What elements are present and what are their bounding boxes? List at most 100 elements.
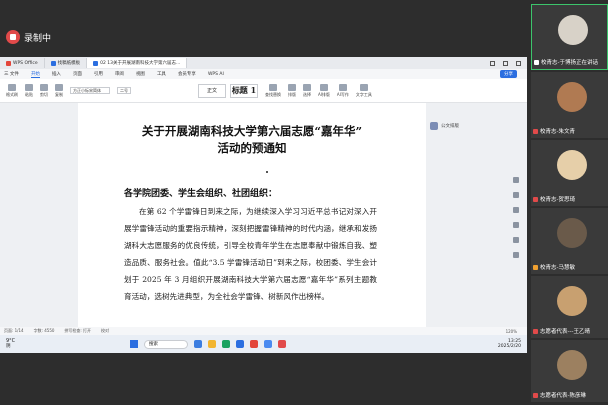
minimize-icon[interactable] [490,60,495,66]
page-count[interactable]: 页面: 1/14 [4,328,24,334]
find-replace-button[interactable]: 查找替换 [265,83,281,98]
menu-view[interactable]: 视图 [136,71,145,77]
participant-tile[interactable]: 志愿者代表-陈彦琳 [531,340,608,402]
document-title-line-1: 关于开展湖南科技大学第六届志愿“嘉年华” [141,124,363,138]
record-icon [6,30,20,44]
ai-layout-button[interactable]: AI排版 [318,83,330,98]
menu-member[interactable]: 会员专享 [178,71,196,77]
participant-tile[interactable]: 校青志-马慧敏 [531,208,608,274]
document-title-line-2: 活动的预通知 [217,141,287,155]
participant-tile[interactable]: 校青志-朱文青 [531,72,608,138]
text-tools-button[interactable]: 文字工具 [356,83,372,98]
status-bar: 页面: 1/14 字数: 4550 拼写检查: 打开 校对 120% [0,327,527,335]
zoom-level[interactable]: 120% [506,329,517,334]
menu-file[interactable]: 三 文件 [4,71,19,77]
maximize-icon[interactable] [503,60,508,66]
font-size-select[interactable]: 二号 [117,87,131,94]
mic-icon [533,264,538,270]
style-gallery: 正文 标题 1 [198,83,258,98]
taskbar-clock[interactable]: 13:25 2025/2/20 [498,339,521,349]
ai-write-button[interactable]: AI写作 [337,83,349,98]
participant-name: 校青志-朱文青 [540,129,575,135]
wps-icon[interactable] [250,340,258,348]
shapes-icon[interactable] [513,207,519,213]
grid-icon[interactable] [513,237,519,243]
brush-icon [8,83,16,91]
window-controls [490,60,527,66]
wps-icon [6,60,11,66]
document-page[interactable]: 关于开展湖南科技大学第六届志愿“嘉年华” 活动的预通知 各学院团委、学生会组织、… [78,103,426,345]
cut-button[interactable]: 剪切 [40,83,48,98]
edge-icon[interactable] [236,340,244,348]
participant-tile[interactable]: 校青志-于博扬正在讲话 [531,4,608,70]
menu-page[interactable]: 页面 [73,71,82,77]
participant-name: 校青志-于博扬正在讲话 [541,60,598,66]
paste-icon [25,83,33,91]
official-doc-layout-button[interactable]: 公文排版 [430,119,490,133]
wechat-icon[interactable] [222,340,230,348]
layout-button[interactable]: 排版 [288,83,296,98]
document-area[interactable]: 关于开展湖南科技大学第六届志愿“嘉年华” 活动的预通知 各学院团委、学生会组织、… [0,103,527,345]
style-heading-1[interactable]: 标题 1 [230,83,258,98]
avatar [557,286,587,316]
tab-document[interactable]: 02 13关于开展湖南科技大学第六届志... [87,58,188,68]
word-count[interactable]: 字数: 4550 [34,328,55,334]
avatar [557,150,587,180]
mic-muted-icon [533,128,538,134]
avatar [557,350,587,380]
browser-icon[interactable] [194,340,202,348]
meeting-window: 录制中 WPS Office 找稿纸模板 02 13关于开展湖南科技大学第六届志… [0,0,608,405]
select-icon [303,83,311,91]
recording-label: 录制中 [24,33,52,44]
tab-label: 找稿纸模板 [57,61,81,66]
ai-icon [319,83,328,91]
style-normal[interactable]: 正文 [198,83,226,98]
settings-icon[interactable] [513,222,519,228]
tab-wps-office[interactable]: WPS Office [0,58,45,68]
mic-muted-icon [533,196,538,202]
weather-widget[interactable]: 9°C 阴 [0,339,15,350]
close-icon[interactable] [516,60,521,66]
menu-review[interactable]: 审阅 [115,71,124,77]
folder-icon[interactable] [208,340,216,348]
doc-icon [50,60,56,66]
menu-insert[interactable]: 插入 [52,71,61,77]
tab-template[interactable]: 找稿纸模板 [45,58,88,68]
meeting-icon[interactable] [264,340,272,348]
search-icon [269,83,277,91]
copy-button[interactable]: 复制 [55,83,63,98]
share-button[interactable]: 分享 [500,70,517,78]
mic-muted-icon [533,328,538,334]
avatar [557,82,587,112]
menu-reference[interactable]: 引用 [94,71,103,77]
pen-icon [338,83,347,91]
ribbon-toolbar: 格式刷 粘贴 剪切 复制 方正小标宋简体 二号 正文 标题 1 查找替换 排版 … [0,79,527,103]
select-button[interactable]: 选择 [303,83,311,98]
edit-icon[interactable] [513,192,519,198]
side-toolbar [513,177,521,258]
menu-home[interactable]: 开始 [30,71,40,78]
more-icon[interactable] [513,252,519,258]
avatar [557,218,587,248]
recording-indicator[interactable]: 录制中 [6,28,51,46]
participant-name: 志愿者代表---王乙晴 [540,329,590,335]
pen-icon[interactable] [513,177,519,183]
participant-tile[interactable]: 志愿者代表---王乙晴 [531,276,608,338]
format-painter-button[interactable]: 格式刷 [6,83,18,98]
copy-icon [55,83,63,91]
menu-wps-ai[interactable]: WPS AI [208,72,224,77]
participant-tile[interactable]: 校青志-贺思琦 [531,140,608,206]
taskbar-apps: 搜索 [130,339,286,349]
spell-check[interactable]: 拼写检查: 打开 [64,328,91,334]
windows-taskbar: 9°C 阴 搜索 13:25 2025/2/20 [0,335,527,353]
taskbar-search[interactable]: 搜索 [144,339,188,349]
app-icon[interactable] [278,340,286,348]
font-family-select[interactable]: 方正小标宋简体 [70,87,110,94]
windows-start-icon[interactable] [130,340,138,348]
text-cursor [266,171,268,173]
scissors-icon [40,83,48,91]
mic-icon [534,59,539,65]
proofread[interactable]: 校对 [101,328,109,334]
paste-button[interactable]: 粘贴 [25,83,33,98]
menu-tools[interactable]: 工具 [157,71,166,77]
